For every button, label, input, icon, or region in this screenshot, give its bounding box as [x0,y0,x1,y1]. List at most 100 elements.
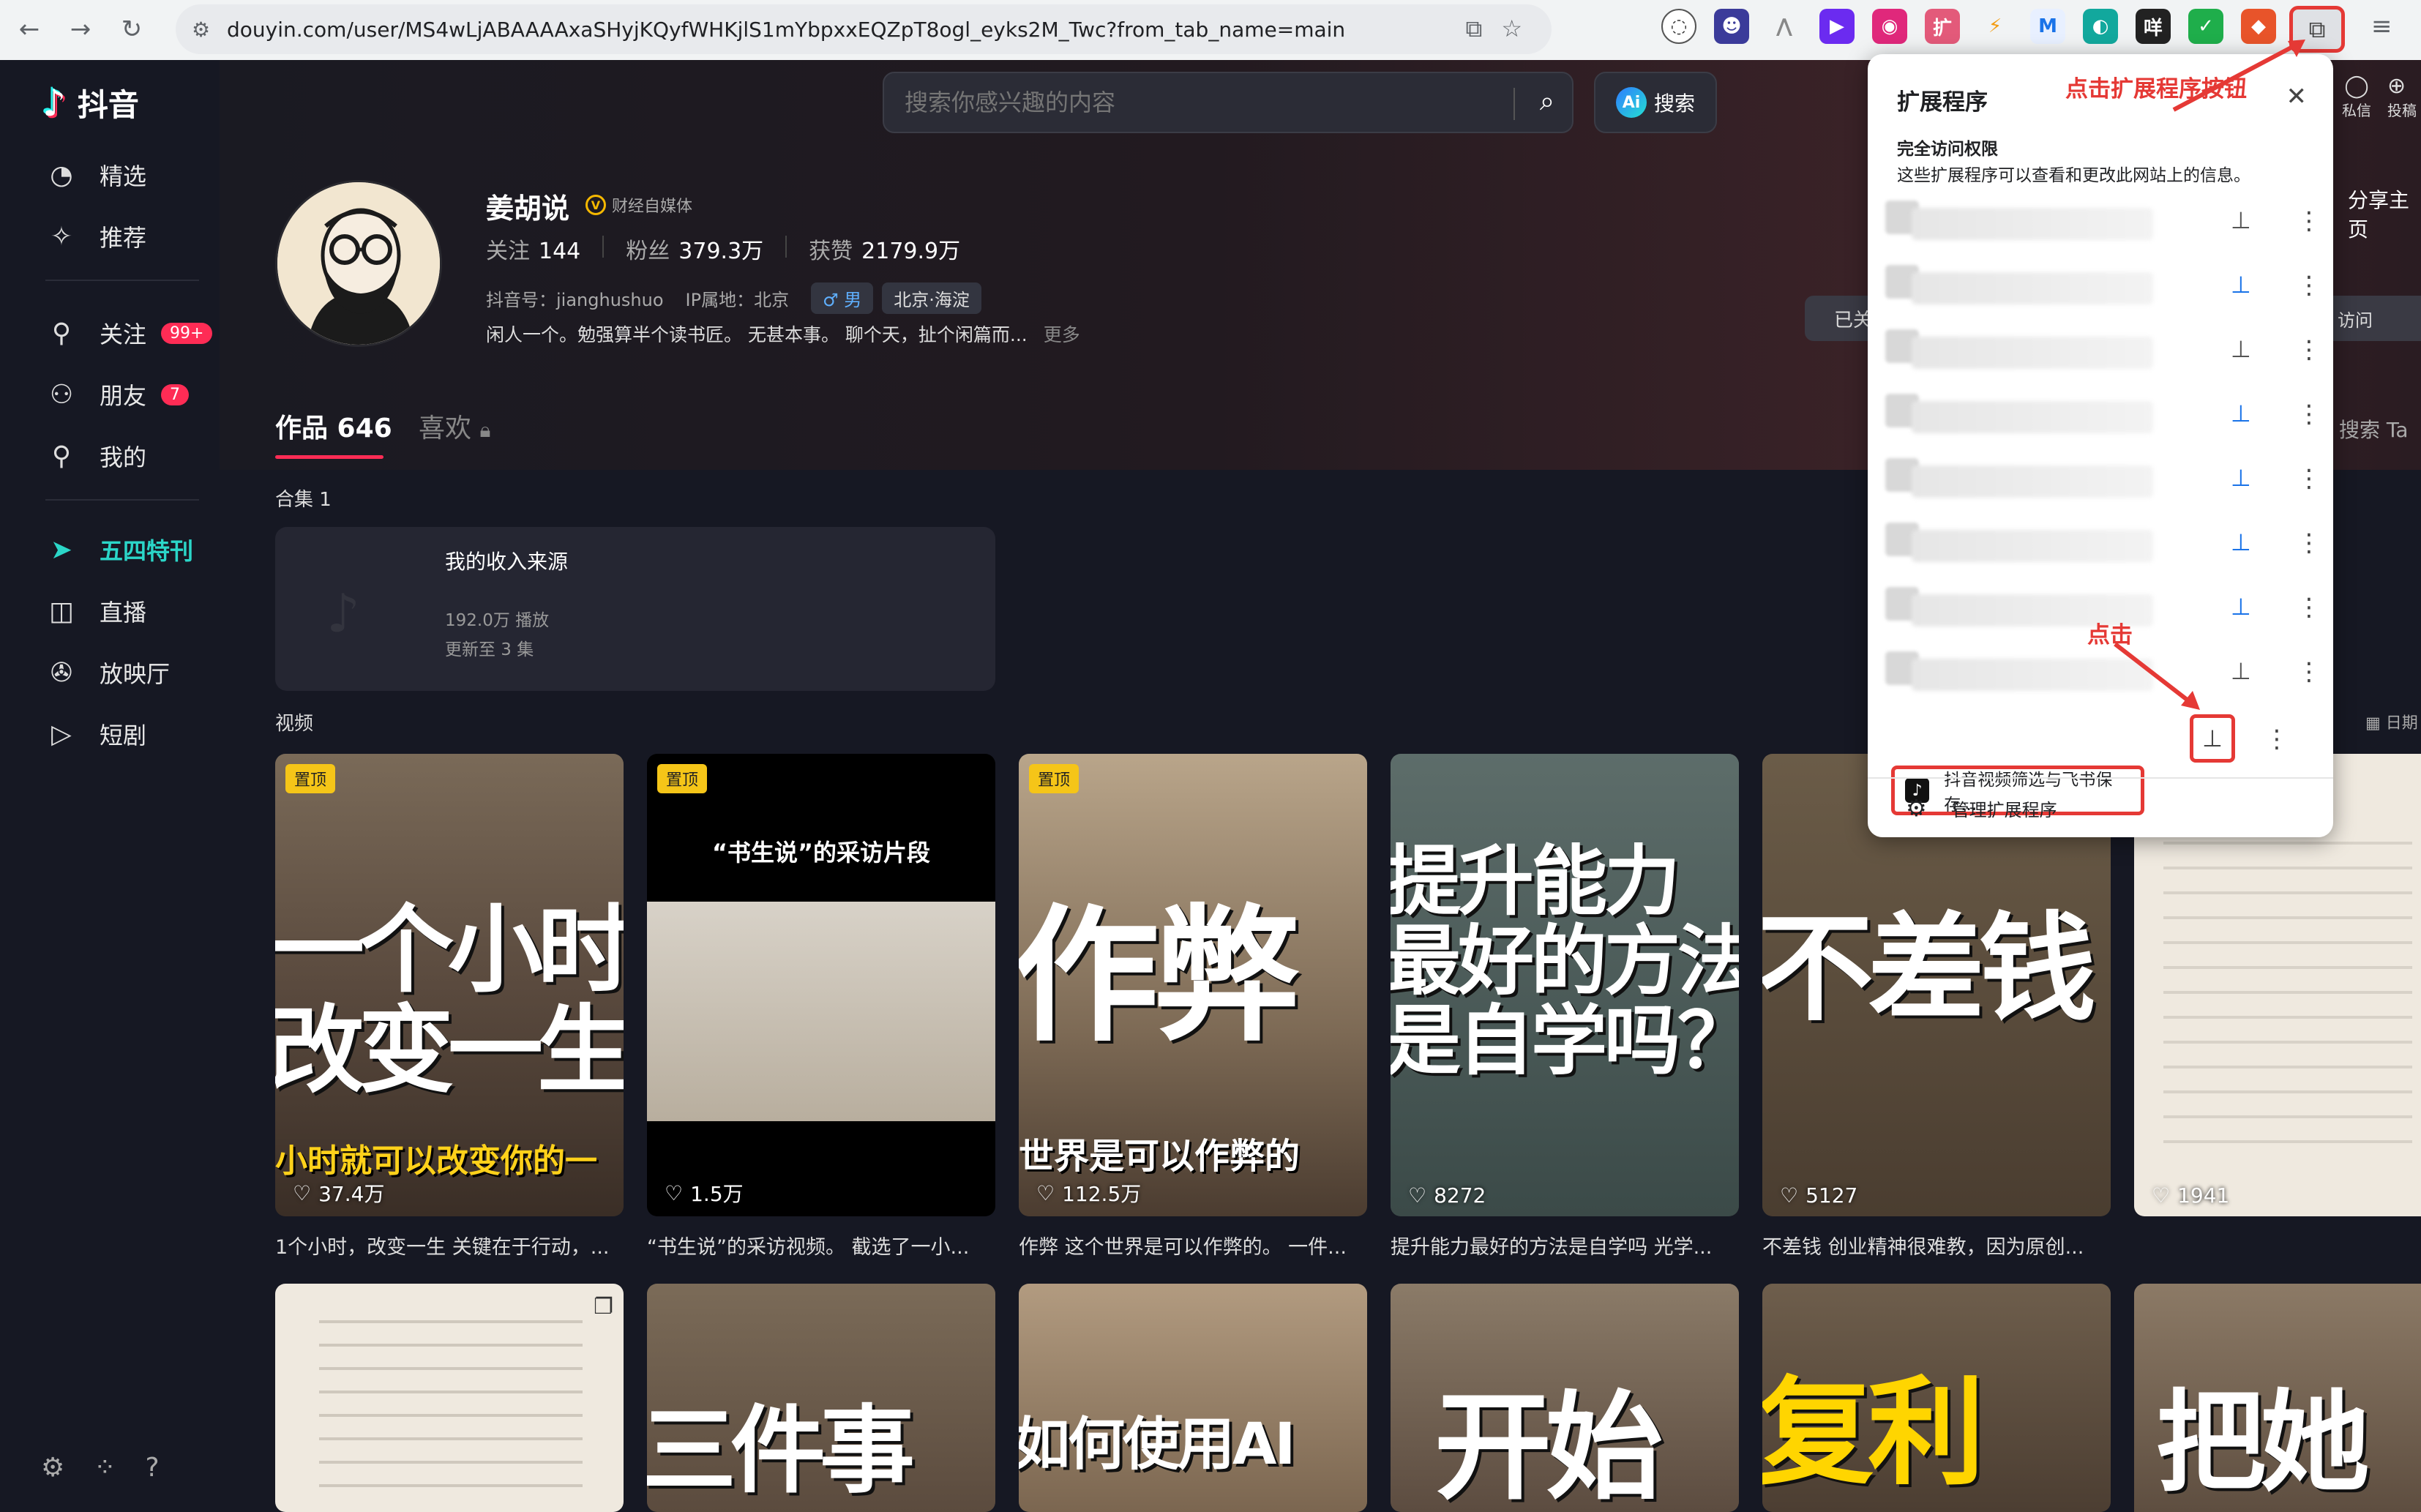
tab-likes[interactable]: 喜欢 🔒︎ [419,407,490,445]
message-button[interactable]: ◯ 私信 [2335,73,2379,120]
sidebar-item-theater[interactable]: ✇ 放映厅 [45,656,170,689]
video-card[interactable]: 三件事 [647,1284,995,1512]
video-caption[interactable]: 不差钱 创业精神很难教，因为原创... [1762,1231,2111,1260]
video-caption[interactable]: “书生说”的采访视频。 截选了一小... [647,1231,995,1260]
more-icon[interactable]: ⋮ [2297,271,2321,300]
tab-works[interactable]: 作品 646 [275,407,392,445]
video-card[interactable]: 作弊 世界是可以作弊的 置顶 ♡ 112.5万 [1019,754,1367,1216]
unpin-icon[interactable]: ⊥ [2231,464,2251,492]
sidebar-item-live[interactable]: ◫ 直播 [45,594,146,628]
more-icon[interactable]: ⋮ [2297,464,2321,493]
search-ta[interactable]: 搜索 Ta [2339,414,2409,444]
sidebar-item-short-drama[interactable]: ▷ 短剧 [45,717,146,751]
fans-stat[interactable]: 粉丝 379.3万 [626,233,763,265]
more-icon[interactable]: ⋮ [2264,725,2289,754]
extension-row[interactable]: ⊥ ⋮ [1882,515,2321,580]
video-card[interactable]: 复利 [1762,1284,2111,1512]
sidebar-item-recommend[interactable]: ✧ 推荐 [45,220,146,253]
help-icon[interactable]: ? [145,1453,159,1483]
unpin-icon[interactable]: ⊥ [2231,400,2251,427]
search-input[interactable] [884,89,1513,116]
pin-icon[interactable]: ⊥ [2231,657,2251,685]
more-icon[interactable]: ⋮ [2297,657,2321,686]
more-icon[interactable]: ⋮ [2297,206,2321,236]
ext-icon-3[interactable]: ⋀ [1767,9,1802,44]
ext-icon-10[interactable]: 咩 [2136,9,2171,44]
following-label: 关注 [486,239,530,264]
videos-section-title: 视频 [275,713,314,735]
video-card[interactable]: 提升能力 最好的方法 是自学吗？ ♡ 8272 [1391,754,1739,1216]
following-stat[interactable]: 关注 144 [486,233,580,265]
unpin-icon[interactable]: ⊥ [2231,528,2251,556]
pinned-badge: 置顶 [285,764,336,793]
video-caption[interactable]: 作弊 这个世界是可以作弊的。 一件... [1019,1231,1367,1260]
video-overlay-text: 如何使用AI [1019,1412,1295,1478]
extension-row[interactable]: ⊥ ⋮ [1882,386,2321,451]
douyin-logo[interactable]: ♪ 抖音 [42,81,139,125]
video-caption[interactable]: 1个小时，改变一生 关键在于行动，... [275,1231,624,1260]
sidebar-item-following[interactable]: ⚲ 关注 99+ [45,316,213,350]
grid-icon[interactable]: ⁘ [94,1453,116,1483]
sidebar-item-featured[interactable]: ◔ 精选 [45,158,146,192]
ext-icon-4[interactable]: ▶ [1819,9,1855,44]
ext-icon-7[interactable]: ⚡ [1977,9,2013,44]
ext-icon-6[interactable]: 扩 [1925,9,1960,44]
bio-more-link[interactable]: 更多 [1044,324,1080,345]
more-icon[interactable]: ⋮ [2297,528,2321,558]
site-settings-icon[interactable]: ⚙ [192,18,210,42]
settings-icon[interactable]: ⚙ [41,1453,64,1483]
collection-card[interactable]: ♪ 我的收入来源 192.0万 播放 更新至 3 集 [275,527,995,691]
bookmark-star-icon[interactable]: ☆ [1501,15,1522,43]
unpin-icon[interactable]: ⊥ [2231,593,2251,621]
extension-row[interactable]: ⊥ ⋮ [1882,193,2321,258]
video-subtitle: 小时就可以改变你的一 [275,1142,597,1180]
ext-icon-8[interactable]: M [2030,9,2065,44]
extension-row[interactable]: ⊥ ⋮ [1882,644,2321,708]
sidebar: ♪ 抖音 ◔ 精选 ✧ 推荐 ⚲ 关注 99+ ⚇ 朋友 7 ⚲ 我的 ➤ 五四… [0,60,220,1512]
back-icon[interactable]: ← [7,7,51,51]
live-tv-icon: ◫ [48,596,74,626]
video-card[interactable]: “书生说”的采访片段 置顶 ♡ 1.5万 [647,754,995,1216]
gear-icon: ⚙ [1906,794,1927,822]
sidebar-item-label: 短剧 [100,722,147,749]
video-card[interactable]: ❐ [275,1284,624,1512]
more-icon[interactable]: ⋮ [2297,335,2321,364]
ext-icon-9[interactable]: ◐ [2083,9,2118,44]
pin-icon[interactable]: ⊥ [2231,206,2251,234]
sidebar-item-mine[interactable]: ⚲ 我的 [45,439,146,473]
video-likes: ♡ 5127 [1780,1183,1857,1208]
pin-icon[interactable]: ⊥ [2231,335,2251,363]
more-icon[interactable]: ⋮ [2297,593,2321,622]
video-caption[interactable]: 提升能力最好的方法是自学吗 光学... [1391,1231,1739,1260]
post-button[interactable]: ⊕ 投稿 [2387,73,2421,120]
forward-icon[interactable]: → [59,7,102,51]
reading-list-icon[interactable]: ≡ [2371,12,2392,41]
stat-divider [785,236,787,258]
video-card[interactable]: 如何使用AI [1019,1284,1367,1512]
sidebar-item-friends[interactable]: ⚇ 朋友 7 [45,378,190,411]
unpin-icon[interactable]: ⊥ [2231,271,2251,299]
extension-name-blurred [1912,401,2153,433]
ext-icon-5[interactable]: ◉ [1872,9,1907,44]
extension-row[interactable]: ⊥ ⋮ [1882,258,2321,322]
extension-row[interactable]: ⊥ ⋮ [1882,451,2321,515]
video-card[interactable]: 一个小时 改变一生 小时就可以改变你的一 置顶 ♡ 37.4万 [275,754,624,1216]
more-icon[interactable]: ⋮ [2297,400,2321,429]
video-card[interactable]: 把她 [2134,1284,2421,1512]
video-card[interactable]: 开始 [1391,1284,1739,1512]
address-bar[interactable]: ⚙ douyin.com/user/MS4wLjABAAAAxaSHyjKQyf… [176,4,1552,54]
share-profile[interactable]: 分享主页 [2348,184,2421,243]
manage-extensions-button[interactable]: ⚙ 管理扩展程序 [1868,777,2333,837]
ip-location: IP属地：北京 [685,290,790,310]
extension-row[interactable]: ⊥ ⋮ [1882,322,2321,386]
sidebar-item-special[interactable]: ➤ 五四特刊 [45,533,193,566]
ai-search-button[interactable]: Ai 搜索 [1594,72,1717,133]
avatar[interactable] [275,180,442,347]
ext-icon-1[interactable]: ◌ [1661,9,1696,44]
search-icon[interactable]: ⌕ [1540,86,1554,117]
target-pin-icon[interactable]: ⊥ [2190,714,2235,763]
ext-icon-2[interactable]: ☻ [1714,9,1749,44]
install-icon[interactable]: ⧉ [1465,15,1482,43]
reload-icon[interactable]: ↻ [110,7,154,51]
date-sort[interactable]: ▦ 日期 [2365,710,2418,733]
